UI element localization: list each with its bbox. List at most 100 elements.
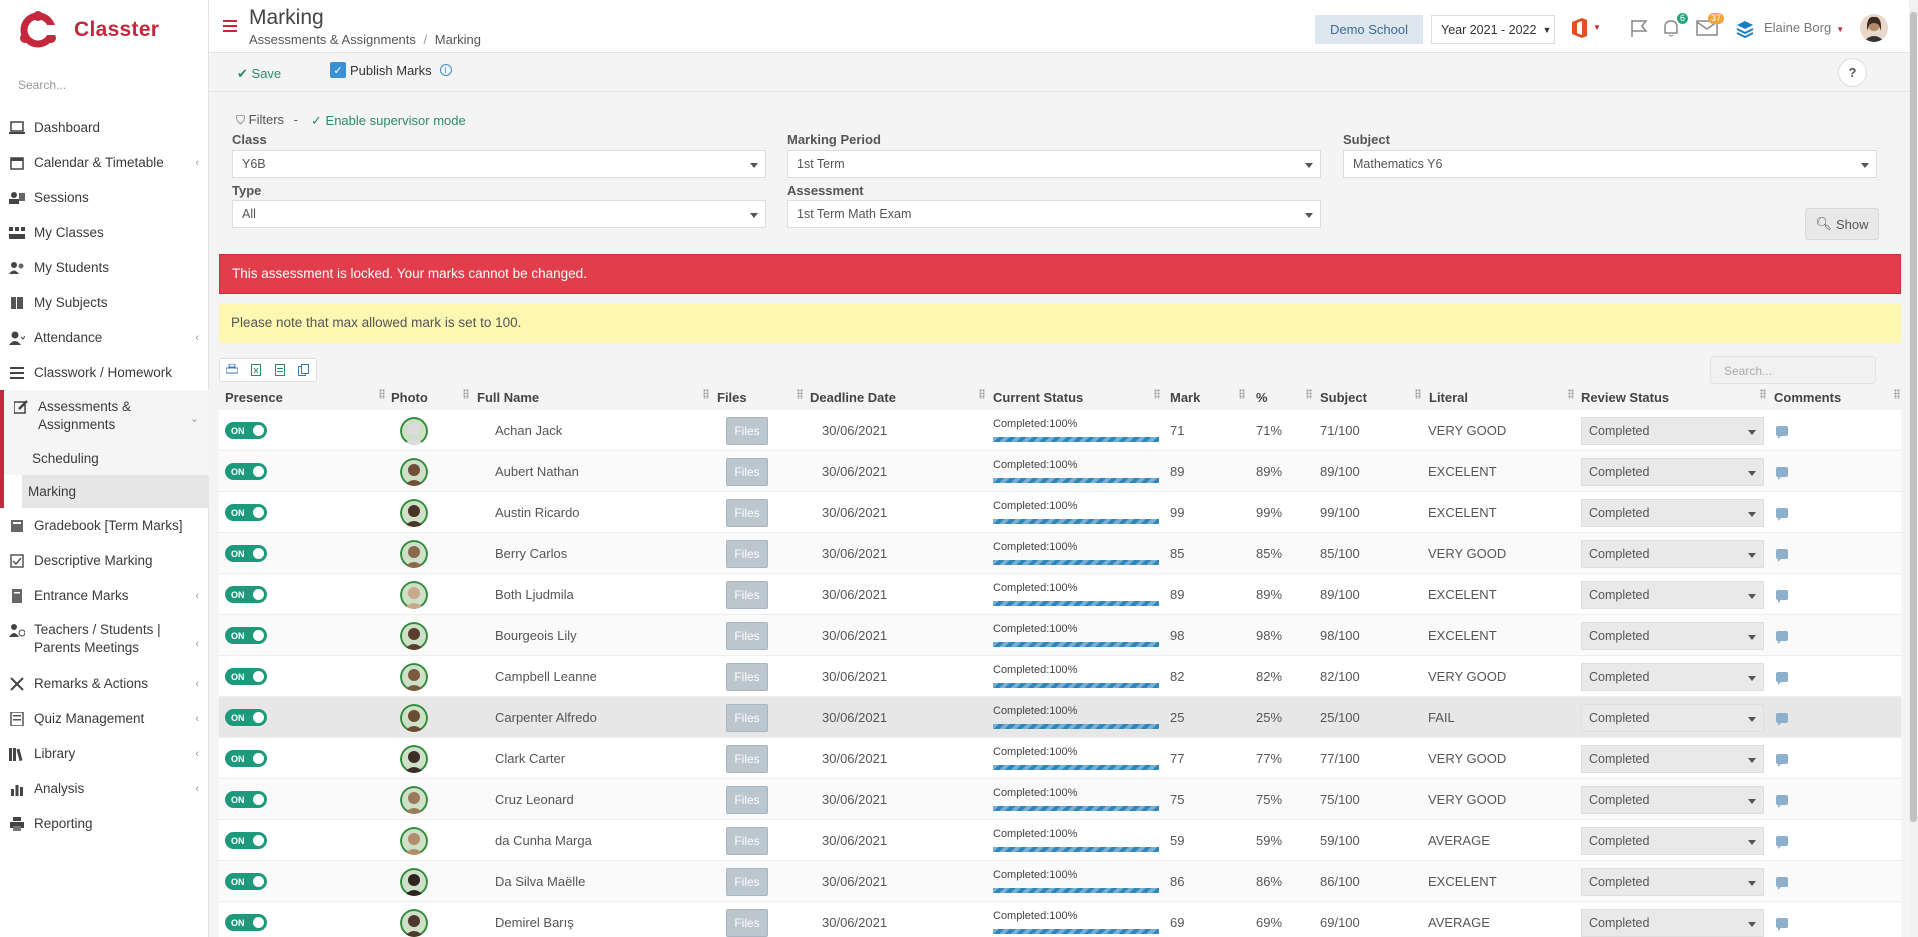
table-row[interactable]: ON Aubert Nathan Files 30/06/2021 Completed:… [219, 451, 1901, 492]
presence-toggle[interactable]: ON [225, 832, 267, 849]
files-button[interactable]: Files [726, 744, 768, 773]
col-percent[interactable]: % [1256, 390, 1268, 405]
show-button[interactable]: 🔍︎ Show [1805, 208, 1879, 240]
table-row[interactable]: ON Carpenter Alfredo Files 30/06/2021 Comple… [219, 697, 1901, 738]
files-button[interactable]: Files [726, 539, 768, 568]
review-status-select[interactable]: Completed [1581, 539, 1764, 568]
column-resize-icon[interactable] [703, 389, 709, 399]
table-row[interactable]: ON Campbell Leanne Files 30/06/2021 Complete… [219, 656, 1901, 697]
comment-icon[interactable] [1776, 876, 1788, 890]
files-button[interactable]: Files [726, 457, 768, 486]
flag-icon[interactable] [1628, 17, 1650, 39]
page-scrollbar[interactable] [1909, 0, 1918, 937]
presence-toggle[interactable]: ON [225, 422, 267, 439]
comment-icon[interactable] [1776, 917, 1788, 931]
sidebar-item-quiz-management[interactable]: Quiz Management ‹ [0, 701, 209, 736]
files-button[interactable]: Files [726, 662, 768, 691]
presence-toggle[interactable]: ON [225, 709, 267, 726]
column-resize-icon[interactable] [379, 389, 385, 399]
files-button[interactable]: Files [726, 580, 768, 609]
scrollbar-thumb[interactable] [1910, 12, 1917, 822]
col-review-status[interactable]: Review Status [1581, 390, 1669, 405]
enable-supervisor-mode-link[interactable]: ✓ Enable supervisor mode [311, 113, 466, 129]
comment-icon[interactable] [1776, 835, 1788, 849]
user-menu[interactable]: Elaine Borg ▼ [1764, 20, 1844, 35]
table-row[interactable]: ON Achan Jack Files 30/06/2021 Completed:100… [219, 410, 1901, 451]
publish-marks-checkbox[interactable]: ✓ Publish Marks i [330, 62, 452, 78]
review-status-select[interactable]: Completed [1581, 744, 1764, 773]
sidebar-item-remarks[interactable]: Remarks & Actions ‹ [0, 666, 209, 701]
type-select[interactable]: All [232, 200, 766, 228]
subject-select[interactable]: Mathematics Y6 [1343, 150, 1877, 178]
column-resize-icon[interactable] [1154, 389, 1160, 399]
table-row[interactable]: ON Berry Carlos Files 30/06/2021 Completed:1… [219, 533, 1901, 574]
sidebar-item-library[interactable]: Library ‹ [0, 736, 209, 771]
excel-icon[interactable] [244, 359, 268, 381]
col-comments[interactable]: Comments [1774, 390, 1841, 405]
review-status-select[interactable]: Completed [1581, 785, 1764, 814]
review-status-select[interactable]: Completed [1581, 498, 1764, 527]
assessment-select[interactable]: 1st Term Math Exam [787, 200, 1321, 228]
files-button[interactable]: Files [726, 498, 768, 527]
year-select[interactable]: Year 2021 - 2022 ▼ [1431, 15, 1555, 44]
table-row[interactable]: ON Cruz Leonard Files 30/06/2021 Completed:1… [219, 779, 1901, 820]
table-row[interactable]: ON da Cunha Marga Files 30/06/2021 Completed… [219, 820, 1901, 861]
comment-icon[interactable] [1776, 507, 1788, 521]
review-status-select[interactable]: Completed [1581, 826, 1764, 855]
office-icon[interactable]: ▼ [1569, 17, 1601, 39]
save-button[interactable]: ✔ Save [237, 66, 281, 82]
files-button[interactable]: Files [726, 621, 768, 650]
column-resize-icon[interactable] [797, 389, 803, 399]
bell-icon[interactable]: 6 [1660, 13, 1688, 39]
print-icon[interactable] [220, 359, 244, 381]
table-row[interactable]: ON Clark Carter Files 30/06/2021 Completed:1… [219, 738, 1901, 779]
presence-toggle[interactable]: ON [225, 750, 267, 767]
mail-icon[interactable]: 37 [1696, 13, 1724, 39]
school-button[interactable]: Demo School [1315, 15, 1423, 44]
files-button[interactable]: Files [726, 785, 768, 814]
review-status-select[interactable]: Completed [1581, 416, 1764, 445]
review-status-select[interactable]: Completed [1581, 867, 1764, 896]
files-button[interactable]: Files [726, 826, 768, 855]
comment-icon[interactable] [1776, 630, 1788, 644]
column-resize-icon[interactable] [1415, 389, 1421, 399]
files-button[interactable]: Files [726, 908, 768, 937]
col-current-status[interactable]: Current Status [993, 390, 1083, 405]
comment-icon[interactable] [1776, 712, 1788, 726]
table-row[interactable]: ON Bourgeois Lily Files 30/06/2021 Completed… [219, 615, 1901, 656]
column-resize-icon[interactable] [1568, 389, 1574, 399]
files-button[interactable]: Files [726, 867, 768, 896]
presence-toggle[interactable]: ON [225, 668, 267, 685]
col-files[interactable]: Files [717, 390, 747, 405]
help-button[interactable]: ? [1838, 58, 1867, 87]
column-resize-icon[interactable] [979, 389, 985, 399]
col-presence[interactable]: Presence [225, 390, 283, 405]
sidebar-item-classwork[interactable]: Classwork / Homework [0, 355, 209, 390]
sidebar-item-attendance[interactable]: Attendance ‹ [0, 320, 209, 355]
column-resize-icon[interactable] [1239, 389, 1245, 399]
table-row[interactable]: ON Austin Ricardo Files 30/06/2021 Completed… [219, 492, 1901, 533]
comment-icon[interactable] [1776, 671, 1788, 685]
sidebar-item-meetings[interactable]: Teachers / Students | Parents Meetings ‹ [0, 613, 209, 666]
presence-toggle[interactable]: ON [225, 627, 267, 644]
sidebar-item-entrance-marks[interactable]: Entrance Marks ‹ [0, 578, 209, 613]
review-status-select[interactable]: Completed [1581, 662, 1764, 691]
sidebar-item-my-subjects[interactable]: My Subjects [0, 285, 209, 320]
comment-icon[interactable] [1776, 589, 1788, 603]
review-status-select[interactable]: Completed [1581, 703, 1764, 732]
info-icon[interactable]: i [439, 64, 452, 76]
sidebar-item-gradebook[interactable]: Gradebook [Term Marks] [0, 508, 209, 543]
sidebar-item-reporting[interactable]: Reporting [0, 806, 209, 841]
column-resize-icon[interactable] [1306, 389, 1312, 399]
sidebar-item-descriptive-marking[interactable]: Descriptive Marking [0, 543, 209, 578]
column-resize-icon[interactable] [463, 389, 469, 399]
presence-toggle[interactable]: ON [225, 791, 267, 808]
files-button[interactable]: Files [726, 416, 768, 445]
hamburger-menu-icon[interactable] [223, 20, 237, 32]
review-status-select[interactable]: Completed [1581, 457, 1764, 486]
comment-icon[interactable] [1776, 794, 1788, 808]
col-full-name[interactable]: Full Name [477, 390, 539, 405]
copy-icon[interactable] [292, 359, 316, 381]
class-select[interactable]: Y6B [232, 150, 766, 178]
comment-icon[interactable] [1776, 753, 1788, 767]
